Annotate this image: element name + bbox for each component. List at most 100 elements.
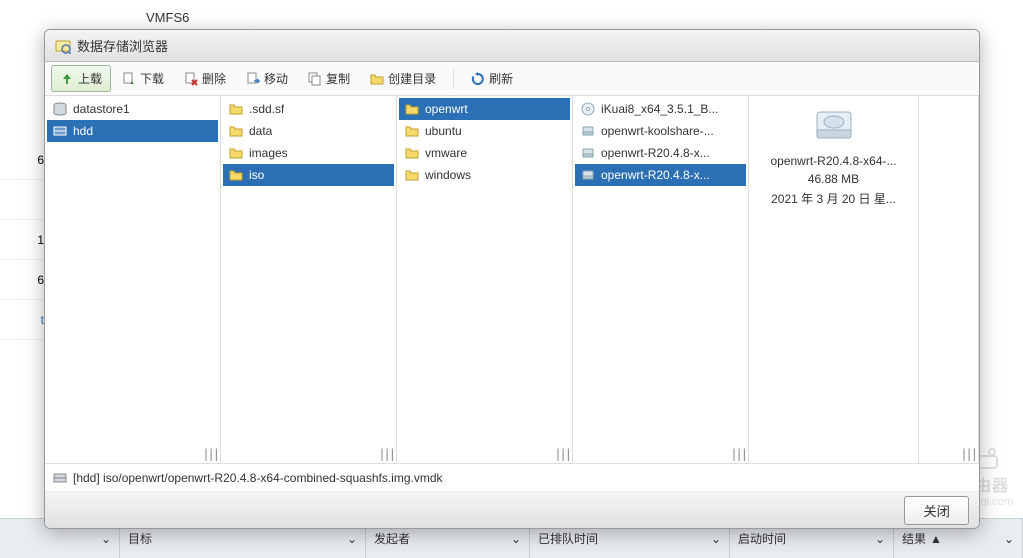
col-header[interactable]: 已排队时间: [538, 530, 598, 547]
list-item[interactable]: windows: [399, 164, 570, 186]
bg-rownum: 6: [0, 140, 50, 180]
folder-icon: [405, 168, 419, 182]
item-label: openwrt-R20.4.8-x...: [601, 168, 710, 182]
chevron-down-icon[interactable]: ⌄: [875, 532, 885, 546]
item-label: datastore1: [73, 102, 130, 116]
item-label: ubuntu: [425, 124, 462, 138]
disk-icon: [581, 124, 595, 138]
download-icon: [122, 72, 136, 86]
bg-vmfs-label: VMFS6: [146, 10, 189, 25]
datastore-browser-icon: [55, 38, 71, 54]
bg-rownum: 1: [0, 220, 50, 260]
folder-icon: [229, 102, 243, 116]
item-label: openwrt-koolshare-...: [601, 124, 714, 138]
close-button[interactable]: 关闭: [904, 496, 969, 525]
mkdir-button[interactable]: 创建目录: [361, 65, 445, 92]
item-label: openwrt-R20.4.8-x...: [601, 146, 710, 160]
column-1: datastore1 hdd |||: [45, 96, 221, 463]
item-label: hdd: [73, 124, 93, 138]
refresh-icon: [471, 72, 485, 86]
resize-handle[interactable]: |||: [202, 447, 218, 461]
folder-icon: [229, 124, 243, 138]
upload-icon: [60, 72, 74, 86]
list-item[interactable]: openwrt-koolshare-...: [575, 120, 746, 142]
chevron-down-icon[interactable]: ⌄: [511, 532, 521, 546]
toolbar: 上载 下载 删除 移动 复制 创建目录 刷新: [45, 62, 979, 96]
delete-icon: [184, 72, 198, 86]
list-item[interactable]: .sdd.sf: [223, 98, 394, 120]
list-item[interactable]: openwrt-R20.4.8-x...: [575, 164, 746, 186]
list-item[interactable]: iKuai8_x64_3.5.1_B...: [575, 98, 746, 120]
folder-icon: [405, 102, 419, 116]
path-text: [hdd] iso/openwrt/openwrt-R20.4.8-x64-co…: [73, 471, 443, 485]
col-header[interactable]: 结果: [902, 530, 926, 547]
refresh-button[interactable]: 刷新: [462, 65, 522, 92]
chevron-down-icon[interactable]: ⌄: [711, 532, 721, 546]
column-empty: |||: [919, 96, 979, 463]
toolbar-separator: [453, 69, 454, 89]
disk-large-icon: [813, 108, 855, 144]
hdd-icon: [53, 471, 67, 485]
copy-button[interactable]: 复制: [299, 65, 359, 92]
list-item[interactable]: hdd: [47, 120, 218, 142]
item-label: iKuai8_x64_3.5.1_B...: [601, 102, 718, 116]
list-item[interactable]: data: [223, 120, 394, 142]
list-item[interactable]: datastore1: [47, 98, 218, 120]
chevron-down-icon[interactable]: ⌄: [101, 532, 111, 546]
disk-icon: [581, 168, 595, 182]
titlebar[interactable]: 数据存储浏览器: [45, 30, 979, 62]
item-label: vmware: [425, 146, 467, 160]
disc-icon: [581, 102, 595, 116]
preview-date: 2021 年 3 月 20 日 星...: [771, 190, 896, 207]
folder-icon: [229, 168, 243, 182]
dialog-title: 数据存储浏览器: [77, 36, 168, 55]
list-item[interactable]: vmware: [399, 142, 570, 164]
hdd-icon: [53, 124, 67, 138]
column-4: iKuai8_x64_3.5.1_B... openwrt-koolshare-.…: [573, 96, 749, 463]
copy-icon: [308, 72, 322, 86]
preview-pane: openwrt-R20.4.8-x64-... 46.88 MB 2021 年 …: [749, 96, 919, 463]
col-header[interactable]: 启动时间: [738, 530, 786, 547]
preview-size: 46.88 MB: [808, 172, 859, 186]
datastore-browser-dialog: 数据存储浏览器 上载 下载 删除 移动 复制 创建目录 刷新: [44, 29, 980, 529]
item-label: .sdd.sf: [249, 102, 284, 116]
move-icon: [246, 72, 260, 86]
path-bar: [hdd] iso/openwrt/openwrt-R20.4.8-x64-co…: [45, 464, 979, 492]
bg-rownum: 6: [0, 260, 50, 300]
sort-icon[interactable]: ▲: [930, 532, 942, 546]
download-button[interactable]: 下载: [113, 65, 173, 92]
chevron-down-icon[interactable]: ⌄: [1004, 532, 1014, 546]
bg-rownum: t: [0, 300, 50, 340]
list-item[interactable]: images: [223, 142, 394, 164]
new-folder-icon: [370, 72, 384, 86]
folder-icon: [405, 124, 419, 138]
move-button[interactable]: 移动: [237, 65, 297, 92]
col-header[interactable]: 目标: [128, 530, 152, 547]
chevron-down-icon[interactable]: ⌄: [347, 532, 357, 546]
resize-handle[interactable]: |||: [554, 447, 570, 461]
column-3: openwrt ubuntu vmware windows |||: [397, 96, 573, 463]
list-item[interactable]: ubuntu: [399, 120, 570, 142]
item-label: images: [249, 146, 288, 160]
item-label: windows: [425, 168, 471, 182]
resize-handle[interactable]: |||: [730, 447, 746, 461]
list-item[interactable]: openwrt: [399, 98, 570, 120]
column-browser: datastore1 hdd ||| .sdd.sf data images iso |…: [45, 96, 979, 464]
item-label: iso: [249, 168, 264, 182]
item-label: openwrt: [425, 102, 468, 116]
upload-button[interactable]: 上载: [51, 65, 111, 92]
folder-icon: [405, 146, 419, 160]
column-2: .sdd.sf data images iso |||: [221, 96, 397, 463]
delete-button[interactable]: 删除: [175, 65, 235, 92]
bg-rownum: [0, 180, 50, 220]
disk-icon: [581, 146, 595, 160]
preview-filename: openwrt-R20.4.8-x64-...: [770, 154, 896, 168]
dialog-footer: 关闭: [45, 492, 979, 528]
item-label: data: [249, 124, 272, 138]
resize-handle[interactable]: |||: [960, 447, 976, 461]
datastore-icon: [53, 102, 67, 116]
col-header[interactable]: 发起者: [374, 530, 410, 547]
list-item[interactable]: openwrt-R20.4.8-x...: [575, 142, 746, 164]
resize-handle[interactable]: |||: [378, 447, 394, 461]
list-item[interactable]: iso: [223, 164, 394, 186]
